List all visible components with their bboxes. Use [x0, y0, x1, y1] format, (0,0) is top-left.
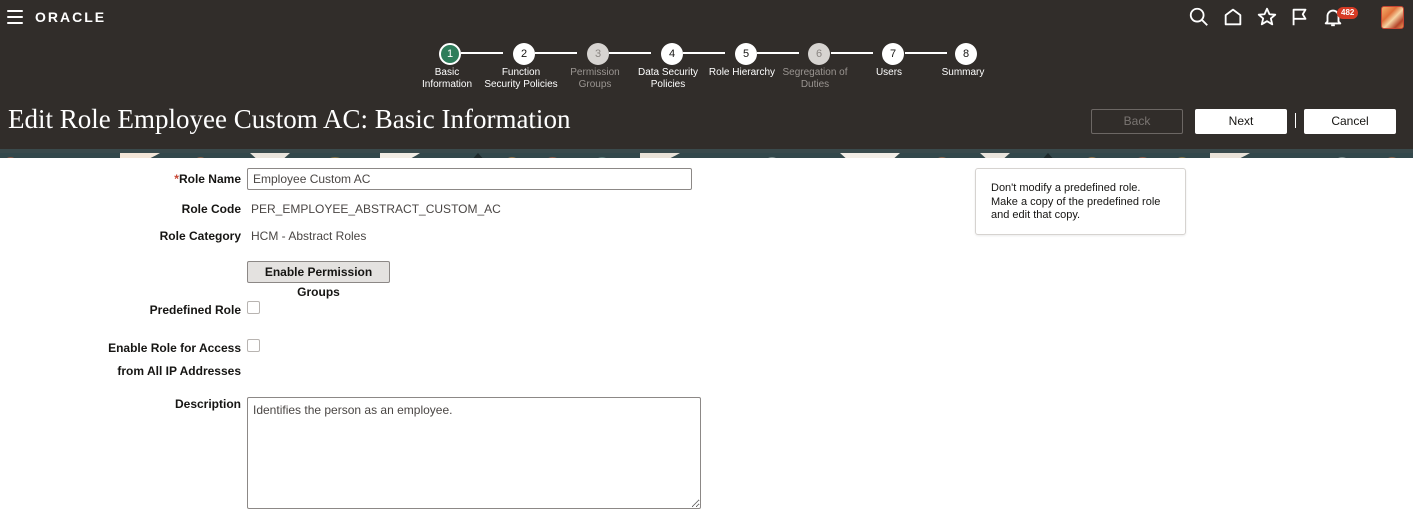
- banner-pattern: [0, 153, 1413, 158]
- train-connector: [609, 52, 651, 54]
- role-name-input[interactable]: [247, 168, 692, 190]
- role-code-value: PER_EMPLOYEE_ABSTRACT_CUSTOM_AC: [251, 202, 501, 216]
- back-button[interactable]: Back: [1091, 109, 1183, 134]
- notifications-badge[interactable]: 482: [1337, 7, 1359, 19]
- train-stop-segregation-of-duties: 6: [808, 43, 830, 65]
- train-stop-permission-groups: 3: [587, 43, 609, 65]
- role-category-value: HCM - Abstract Roles: [251, 229, 367, 243]
- enable-permission-groups-button[interactable]: Enable Permission Groups: [247, 261, 390, 299]
- enable-access-checkbox[interactable]: [247, 339, 260, 352]
- train-connector: [535, 52, 577, 54]
- description-textarea[interactable]: Identifies the person as an employee.: [247, 397, 701, 509]
- train-stop-role-hierarchy[interactable]: 5: [735, 43, 757, 65]
- cancel-button[interactable]: Cancel: [1304, 109, 1396, 134]
- role-name-label: *Role Name: [174, 172, 241, 186]
- train-stop-summary[interactable]: 8: [955, 43, 977, 65]
- flag-icon[interactable]: [1289, 6, 1311, 28]
- star-icon[interactable]: [1256, 6, 1278, 28]
- button-separator: [1295, 113, 1296, 128]
- train-stop-data-security-policies[interactable]: 4: [661, 43, 683, 65]
- train-connector: [683, 52, 725, 54]
- train-connector: [905, 52, 947, 54]
- next-button[interactable]: Next: [1195, 109, 1287, 134]
- train-stop-basic-information[interactable]: 1: [439, 43, 461, 65]
- train-connector: [831, 52, 873, 54]
- train-connector: [757, 52, 799, 54]
- enable-access-label: Enable Role for Access from All IP Addre…: [108, 341, 241, 378]
- decorative-banner: [0, 149, 1413, 158]
- hamburger-menu-icon[interactable]: [7, 10, 23, 24]
- train-label-summary[interactable]: Summary: [918, 67, 1008, 79]
- role-category-label: Role Category: [159, 229, 241, 243]
- predefined-role-label: Predefined Role: [149, 303, 241, 317]
- train-stop-users[interactable]: 7: [882, 43, 904, 65]
- home-icon[interactable]: [1222, 6, 1244, 28]
- train-connector: [461, 52, 503, 54]
- page-title: Edit Role Employee Custom AC: Basic Info…: [8, 104, 571, 134]
- predefined-role-checkbox[interactable]: [247, 301, 260, 314]
- search-icon[interactable]: [1188, 6, 1210, 28]
- train-stop-function-security-policies[interactable]: 2: [513, 43, 535, 65]
- user-avatar[interactable]: [1381, 6, 1404, 29]
- role-code-label: Role Code: [181, 202, 241, 216]
- description-label: Description: [174, 397, 241, 411]
- info-note: Don't modify a predefined role. Make a c…: [975, 168, 1186, 235]
- global-header: ORACLE 482 1 2 3 4 5 6 7 8 Basic Informa…: [0, 0, 1413, 149]
- oracle-logo: ORACLE: [35, 9, 107, 25]
